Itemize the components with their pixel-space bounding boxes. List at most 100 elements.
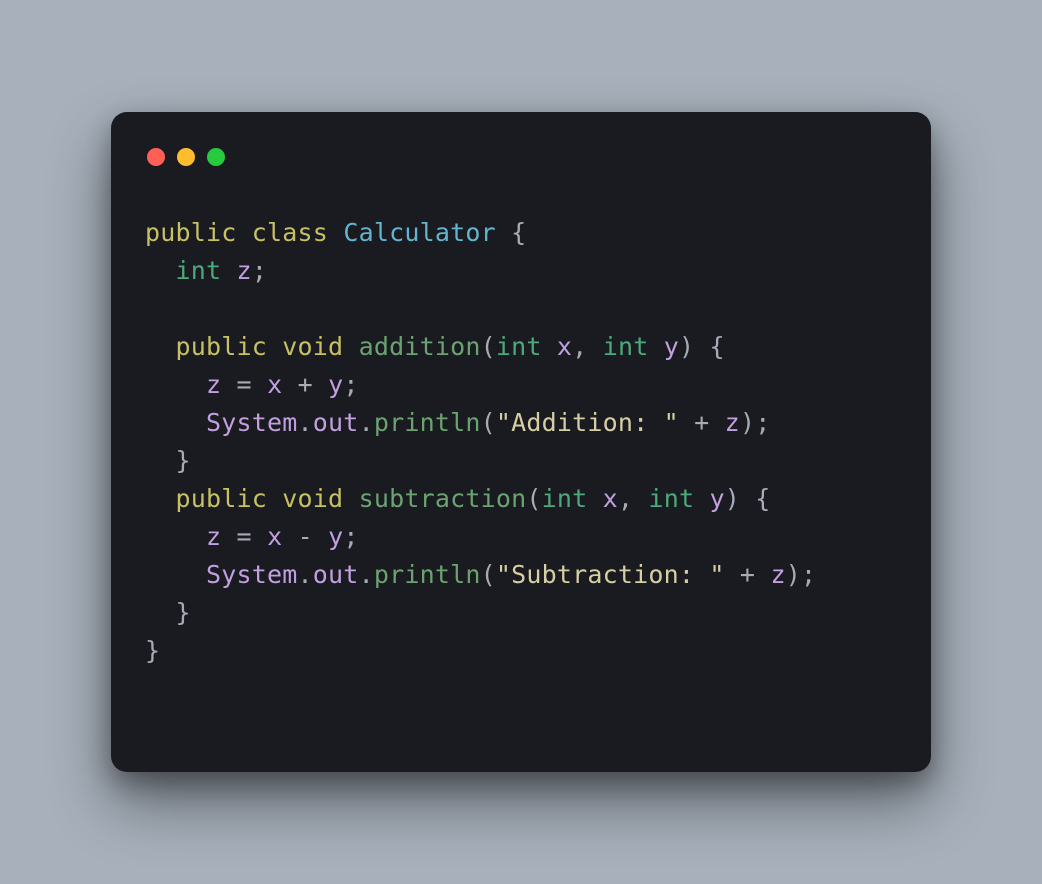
code-token [145, 522, 206, 551]
code-token: , [572, 332, 587, 361]
code-token: x [267, 370, 282, 399]
code-token [252, 370, 267, 399]
code-token: z [770, 560, 785, 589]
code-token [343, 332, 358, 361]
code-token: "Addition: " [496, 408, 679, 437]
code-token [221, 256, 236, 285]
code-token [145, 332, 176, 361]
code-token: ; [755, 408, 770, 437]
code-token: ; [343, 522, 358, 551]
window-controls [147, 148, 897, 166]
code-token: out [313, 560, 359, 589]
code-token [313, 522, 328, 551]
code-token [145, 408, 206, 437]
code-token [328, 218, 343, 247]
code-token [648, 332, 663, 361]
code-token: addition [359, 332, 481, 361]
code-token [313, 370, 328, 399]
code-token: = [237, 370, 252, 399]
code-token: . [298, 408, 313, 437]
code-token: + [694, 408, 709, 437]
code-token: x [267, 522, 282, 551]
code-token: out [313, 408, 359, 437]
code-token: y [328, 370, 343, 399]
code-token: y [709, 484, 724, 513]
code-token: System [206, 408, 298, 437]
code-token: { [511, 218, 526, 247]
code-token [755, 560, 770, 589]
code-token [709, 408, 724, 437]
code-token: int [176, 256, 222, 285]
code-token: ) [786, 560, 801, 589]
code-token [145, 256, 176, 285]
code-token: int [542, 484, 588, 513]
code-token: void [282, 332, 343, 361]
code-token: y [328, 522, 343, 551]
code-token: println [374, 408, 481, 437]
code-token [587, 332, 602, 361]
code-token [221, 522, 236, 551]
code-token [740, 484, 755, 513]
code-token [145, 560, 206, 589]
code-token [679, 408, 694, 437]
code-token: ) [740, 408, 755, 437]
code-token: - [298, 522, 313, 551]
code-token [267, 484, 282, 513]
zoom-icon[interactable] [207, 148, 225, 166]
code-token: public [145, 218, 237, 247]
code-token: { [755, 484, 770, 513]
code-token: System [206, 560, 298, 589]
code-token: = [237, 522, 252, 551]
code-token: ( [526, 484, 541, 513]
code-token [267, 332, 282, 361]
code-token: . [359, 560, 374, 589]
code-token: x [557, 332, 572, 361]
code-window: public class Calculator { int z; public … [111, 112, 931, 772]
code-token: . [359, 408, 374, 437]
code-token: + [740, 560, 755, 589]
code-token: subtraction [359, 484, 527, 513]
code-token: . [298, 560, 313, 589]
code-token: } [176, 446, 191, 475]
code-token [221, 370, 236, 399]
code-token: ) [679, 332, 694, 361]
code-token: + [298, 370, 313, 399]
code-token: z [725, 408, 740, 437]
code-token: } [176, 598, 191, 627]
code-token: , [618, 484, 633, 513]
code-token [145, 484, 176, 513]
code-token: ( [481, 408, 496, 437]
code-token: "Subtraction: " [496, 560, 725, 589]
code-token: z [206, 522, 221, 551]
code-token [282, 370, 297, 399]
code-token: x [603, 484, 618, 513]
minimize-icon[interactable] [177, 148, 195, 166]
code-token: int [603, 332, 649, 361]
code-token: y [664, 332, 679, 361]
code-token [694, 332, 709, 361]
code-token [252, 522, 267, 551]
code-token: Calculator [343, 218, 496, 247]
code-token: ; [801, 560, 816, 589]
code-token [237, 218, 252, 247]
code-token: class [252, 218, 328, 247]
code-token: ( [481, 560, 496, 589]
code-token: void [282, 484, 343, 513]
code-token [587, 484, 602, 513]
code-token [343, 484, 358, 513]
code-token [542, 332, 557, 361]
close-icon[interactable] [147, 148, 165, 166]
code-token [145, 598, 176, 627]
code-token [145, 446, 176, 475]
code-token: { [710, 332, 725, 361]
code-token: public [176, 332, 268, 361]
code-token [725, 560, 740, 589]
code-block: public class Calculator { int z; public … [145, 214, 897, 670]
code-token: int [648, 484, 694, 513]
code-token: ; [252, 256, 267, 285]
code-token: ) [725, 484, 740, 513]
code-token [633, 484, 648, 513]
code-token: public [176, 484, 268, 513]
code-token [145, 370, 206, 399]
code-token: } [145, 636, 160, 665]
